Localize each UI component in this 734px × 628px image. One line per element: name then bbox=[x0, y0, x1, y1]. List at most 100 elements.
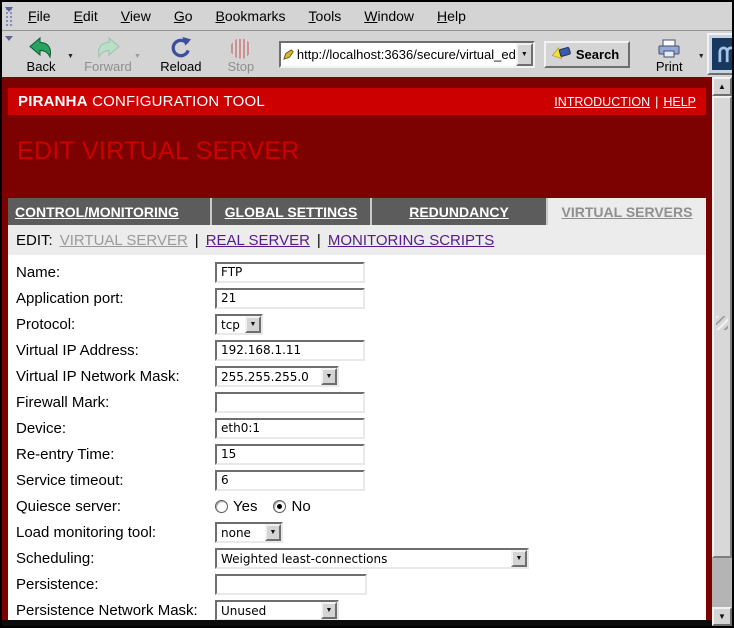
fwmark-input[interactable] bbox=[215, 392, 365, 413]
field-label-port: Application port: bbox=[16, 290, 215, 307]
url-input[interactable]: http://localhost:3636/secure/virtual_edi… bbox=[297, 47, 516, 62]
menu-bookmarks[interactable]: Bookmarks bbox=[209, 5, 293, 27]
form-row-name: Name: bbox=[16, 259, 706, 285]
header-link-introduction[interactable]: INTRODUCTION bbox=[554, 95, 650, 109]
subnav-link-real-server[interactable]: REAL SERVER bbox=[206, 232, 310, 249]
tab-control-monitoring[interactable]: CONTROL/MONITORING bbox=[8, 198, 210, 225]
dropdown-arrow-icon[interactable] bbox=[265, 524, 281, 541]
persistmask-select[interactable]: Unused bbox=[215, 600, 339, 621]
header-link-help[interactable]: HELP bbox=[663, 95, 696, 109]
stop-label: Stop bbox=[228, 59, 255, 74]
quiesce-radio-no[interactable] bbox=[273, 500, 286, 513]
field-label-timeout: Service timeout: bbox=[16, 472, 215, 489]
form-row-vipmask: Virtual IP Network Mask:255.255.255.0 bbox=[16, 363, 706, 389]
vip-input[interactable] bbox=[215, 340, 365, 361]
subnav-separator: | bbox=[317, 232, 321, 249]
timeout-input[interactable] bbox=[215, 470, 365, 491]
subnav-prefix: EDIT: bbox=[16, 232, 53, 249]
forward-dropdown-icon[interactable] bbox=[134, 45, 141, 63]
print-label: Print bbox=[656, 59, 683, 74]
form-row-fwmark: Firewall Mark: bbox=[16, 389, 706, 415]
scroll-down-button[interactable] bbox=[712, 607, 732, 626]
app-title: PIRANHA CONFIGURATION TOOL bbox=[18, 93, 265, 110]
dropdown-arrow-icon[interactable] bbox=[245, 316, 261, 333]
header-links: INTRODUCTION | HELP bbox=[554, 95, 696, 109]
field-label-reentry: Re-entry Time: bbox=[16, 446, 215, 463]
loadmon-select[interactable]: none bbox=[215, 522, 283, 543]
field-label-scheduling: Scheduling: bbox=[16, 550, 215, 567]
page-content: PIRANHA CONFIGURATION TOOL INTRODUCTION |… bbox=[2, 77, 712, 620]
url-dropdown-button[interactable] bbox=[516, 43, 533, 66]
form-row-protocol: Protocol:tcp bbox=[16, 311, 706, 337]
forward-button[interactable]: Forward bbox=[82, 33, 134, 76]
form-row-quiesce: Quiesce server:YesNo bbox=[16, 493, 706, 519]
mozilla-logo[interactable] bbox=[707, 33, 734, 75]
stop-icon bbox=[231, 35, 251, 59]
reentry-input[interactable] bbox=[215, 444, 365, 465]
reload-button[interactable]: Reload bbox=[155, 33, 207, 76]
device-input[interactable] bbox=[215, 418, 365, 439]
menu-help[interactable]: Help bbox=[430, 5, 473, 27]
field-label-vip: Virtual IP Address: bbox=[16, 342, 215, 359]
form-row-port: Application port: bbox=[16, 285, 706, 311]
dropdown-arrow-icon[interactable] bbox=[321, 368, 337, 385]
back-dropdown-icon[interactable] bbox=[67, 45, 74, 63]
back-icon bbox=[28, 35, 54, 59]
form-row-reentry: Re-entry Time: bbox=[16, 441, 706, 467]
port-input[interactable] bbox=[215, 288, 365, 309]
field-label-quiesce: Quiesce server: bbox=[16, 498, 215, 515]
back-button[interactable]: Back bbox=[15, 33, 67, 76]
page-title: EDIT VIRTUAL SERVER bbox=[17, 137, 300, 166]
stop-button[interactable]: Stop bbox=[215, 33, 267, 76]
subnav-link-monitoring-scripts[interactable]: MONITORING SCRIPTS bbox=[328, 232, 494, 249]
print-button[interactable]: Print bbox=[643, 33, 695, 76]
app-header: PIRANHA CONFIGURATION TOOL INTRODUCTION |… bbox=[8, 88, 706, 115]
browser-window: File Edit View Go Bookmarks Tools Window Help B… bbox=[0, 0, 734, 628]
menu-view[interactable]: View bbox=[114, 5, 158, 27]
menu-edit[interactable]: Edit bbox=[67, 5, 105, 27]
scheduling-selected-value: Weighted least-connections bbox=[217, 550, 511, 567]
subnav-link-virtual-server[interactable]: VIRTUAL SERVER bbox=[60, 232, 188, 249]
form-row-persistence: Persistence: bbox=[16, 571, 706, 597]
form-row-scheduling: Scheduling:Weighted least-connections bbox=[16, 545, 706, 571]
vertical-scrollbar bbox=[712, 77, 732, 626]
scrollbar-thumb[interactable] bbox=[712, 96, 732, 558]
print-dropdown-icon[interactable] bbox=[695, 45, 707, 63]
quiesce-radio-yes[interactable] bbox=[215, 500, 228, 513]
dropdown-arrow-icon[interactable] bbox=[321, 602, 337, 619]
field-label-vipmask: Virtual IP Network Mask: bbox=[16, 368, 215, 385]
scheduling-select[interactable]: Weighted least-connections bbox=[215, 548, 529, 569]
url-bar: http://localhost:3636/secure/virtual_edi… bbox=[279, 41, 535, 68]
print-icon bbox=[656, 35, 682, 59]
form-row-loadmon: Load monitoring tool:none bbox=[16, 519, 706, 545]
scroll-up-button[interactable] bbox=[712, 77, 732, 96]
dropdown-arrow-icon[interactable] bbox=[511, 550, 527, 567]
tab-virtual-servers[interactable]: VIRTUAL SERVERS bbox=[546, 198, 706, 225]
bookmark-icon[interactable] bbox=[281, 48, 297, 61]
search-button[interactable]: Search bbox=[544, 41, 630, 68]
field-label-fwmark: Firewall Mark: bbox=[16, 394, 215, 411]
tab-redundancy[interactable]: REDUNDANCY bbox=[370, 198, 546, 225]
tab-label: VIRTUAL SERVERS bbox=[562, 204, 693, 220]
header-link-separator: | bbox=[655, 95, 658, 109]
forward-icon bbox=[95, 35, 121, 59]
menu-go[interactable]: Go bbox=[167, 5, 200, 27]
name-input[interactable] bbox=[215, 262, 365, 283]
tab-global-settings[interactable]: GLOBAL SETTINGS bbox=[210, 198, 370, 225]
menu-file[interactable]: File bbox=[21, 5, 58, 27]
protocol-select[interactable]: tcp bbox=[215, 314, 263, 335]
menu-tools[interactable]: Tools bbox=[302, 5, 349, 27]
field-label-loadmon: Load monitoring tool: bbox=[16, 524, 215, 541]
persistence-input[interactable] bbox=[215, 574, 367, 595]
vipmask-selected-value: 255.255.255.0 bbox=[217, 368, 321, 385]
field-label-name: Name: bbox=[16, 264, 215, 281]
vipmask-select[interactable]: 255.255.255.0 bbox=[215, 366, 339, 387]
form-row-device: Device: bbox=[16, 415, 706, 441]
menu-window[interactable]: Window bbox=[357, 5, 421, 27]
form-row-vip: Virtual IP Address: bbox=[16, 337, 706, 363]
menubar-grippy-icon[interactable] bbox=[5, 6, 14, 26]
field-label-protocol: Protocol: bbox=[16, 316, 215, 333]
reload-icon bbox=[168, 35, 193, 59]
tab-label: GLOBAL SETTINGS bbox=[225, 204, 358, 220]
back-label: Back bbox=[27, 59, 56, 74]
